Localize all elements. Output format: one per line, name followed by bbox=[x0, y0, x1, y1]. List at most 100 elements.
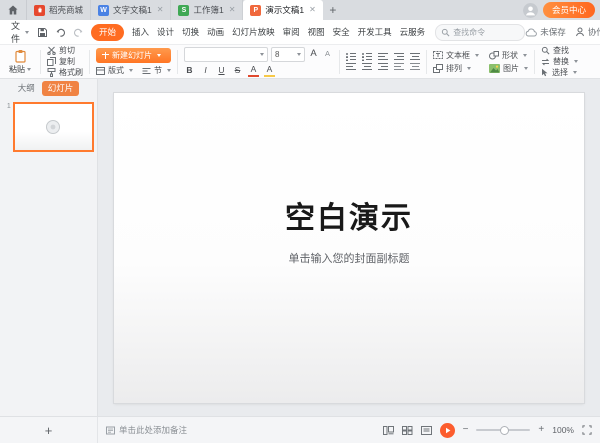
ribbon-home: 粘贴 剪切 复制 格式刷 bbox=[0, 45, 600, 79]
copy-button[interactable]: 复制 bbox=[47, 57, 83, 67]
picture-button[interactable]: 图片 bbox=[489, 63, 528, 73]
numbered-list-icon[interactable] bbox=[362, 53, 372, 61]
chevron-down-icon bbox=[475, 54, 479, 57]
decrease-indent-icon[interactable] bbox=[378, 53, 388, 61]
chevron-down-icon bbox=[467, 67, 471, 70]
slide-sorter-view-icon[interactable] bbox=[402, 426, 413, 435]
member-center-button[interactable]: 会员中心 bbox=[543, 2, 595, 18]
tab-presentation-active[interactable]: P 演示文稿1 ✕ bbox=[243, 0, 322, 20]
new-slide-button[interactable]: 新建幻灯片 bbox=[96, 48, 171, 63]
notes-placeholder-bar[interactable]: 单击此处添加备注 bbox=[106, 424, 187, 436]
zoom-out-button[interactable]: − bbox=[463, 425, 469, 435]
line-spacing-icon[interactable] bbox=[410, 53, 420, 61]
save-status[interactable]: 未保存 bbox=[525, 26, 566, 38]
text-columns-icon[interactable] bbox=[410, 63, 420, 71]
underline-button[interactable]: U bbox=[216, 65, 227, 76]
strikethrough-button[interactable]: S bbox=[232, 65, 243, 76]
format-painter-button[interactable]: 格式刷 bbox=[47, 68, 83, 78]
window-tab-bar: 稻壳商城 W 文字文稿1 ✕ S 工作簿1 ✕ P 演示文稿1 ✕ + 会员中心 bbox=[0, 0, 600, 20]
tab-cloud[interactable]: 云服务 bbox=[400, 26, 426, 38]
zoom-level[interactable]: 100% bbox=[552, 425, 574, 435]
zoom-slider-knob[interactable] bbox=[500, 426, 509, 435]
slide-panel: 大纲 幻灯片 1 bbox=[0, 79, 98, 416]
home-button[interactable] bbox=[0, 0, 27, 20]
tab-security[interactable]: 安全 bbox=[333, 26, 350, 38]
tab-insert[interactable]: 插入 bbox=[132, 26, 149, 38]
tab-spreadsheet[interactable]: S 工作簿1 ✕ bbox=[171, 0, 243, 20]
replace-icon bbox=[541, 58, 550, 66]
tab-label: 演示文稿1 bbox=[265, 4, 304, 16]
shapes-button[interactable]: 形状 bbox=[489, 50, 528, 60]
tab-label: 稻壳商城 bbox=[49, 4, 83, 16]
increase-font-button[interactable]: A bbox=[308, 49, 319, 60]
writer-doc-icon: W bbox=[98, 5, 109, 16]
user-avatar[interactable] bbox=[523, 3, 538, 18]
cut-button[interactable]: 剪切 bbox=[47, 46, 83, 56]
tab-view[interactable]: 视图 bbox=[308, 26, 325, 38]
highlight-color-button[interactable]: A bbox=[264, 64, 275, 77]
play-slideshow-button[interactable] bbox=[440, 423, 455, 438]
tab-transitions[interactable]: 切换 bbox=[182, 26, 199, 38]
slide-thumbnail-selected[interactable] bbox=[13, 102, 94, 152]
slide-title[interactable]: 空白演示 bbox=[285, 193, 413, 237]
font-color-button[interactable]: A bbox=[248, 64, 259, 77]
align-center-icon[interactable] bbox=[362, 63, 372, 71]
layout-label: 版式 bbox=[108, 65, 124, 76]
bullet-list-icon[interactable] bbox=[346, 53, 356, 61]
align-right-icon[interactable] bbox=[378, 63, 388, 71]
ribbon-separator bbox=[89, 50, 90, 74]
italic-button[interactable]: I bbox=[200, 65, 211, 76]
find-button[interactable]: 查找 bbox=[541, 46, 578, 56]
font-family-select[interactable] bbox=[184, 47, 268, 62]
slide-subtitle[interactable]: 单击输入您的封面副标题 bbox=[289, 250, 410, 266]
textbox-button[interactable]: 文本框 bbox=[433, 50, 479, 60]
outline-tab[interactable]: 大纲 bbox=[18, 82, 35, 94]
fit-to-window-icon[interactable] bbox=[582, 425, 592, 435]
copy-icon bbox=[47, 57, 56, 66]
layout-button[interactable]: 版式 bbox=[96, 66, 133, 76]
paste-button[interactable]: 粘贴 bbox=[6, 49, 34, 75]
tab-review[interactable]: 审阅 bbox=[283, 26, 300, 38]
tab-docer-store[interactable]: 稻壳商城 bbox=[27, 0, 91, 20]
notes-placeholder-text: 单击此处添加备注 bbox=[119, 424, 187, 436]
shapes-label: 形状 bbox=[502, 50, 518, 61]
close-icon[interactable]: ✕ bbox=[229, 6, 236, 14]
align-justify-icon[interactable] bbox=[394, 63, 404, 71]
panel-tabs: 大纲 幻灯片 bbox=[0, 79, 97, 97]
tab-home[interactable]: 开始 bbox=[91, 24, 124, 41]
arrange-button[interactable]: 排列 bbox=[433, 63, 479, 73]
slides-tab[interactable]: 幻灯片 bbox=[42, 81, 80, 96]
normal-view-icon[interactable] bbox=[383, 426, 394, 435]
save-icon[interactable] bbox=[37, 27, 48, 38]
command-search-input[interactable]: 查找命令 bbox=[435, 24, 525, 41]
tab-label: 文字文稿1 bbox=[113, 4, 152, 16]
tab-writer-document[interactable]: W 文字文稿1 ✕ bbox=[91, 0, 171, 20]
picture-icon bbox=[489, 64, 500, 73]
tab-animation[interactable]: 动画 bbox=[207, 26, 224, 38]
tab-devtools[interactable]: 开发工具 bbox=[358, 26, 392, 38]
bold-button[interactable]: B bbox=[184, 65, 195, 76]
replace-button[interactable]: 替换 bbox=[541, 57, 578, 67]
collaborate-button[interactable]: 协作 bbox=[575, 26, 600, 38]
thumbnail-placeholder-icon bbox=[45, 119, 61, 135]
section-button[interactable]: 节 bbox=[142, 66, 171, 76]
tab-slideshow[interactable]: 幻灯片放映 bbox=[232, 26, 275, 38]
zoom-slider[interactable] bbox=[476, 429, 530, 431]
new-tab-button[interactable]: + bbox=[323, 0, 343, 20]
redo-icon[interactable] bbox=[73, 27, 84, 38]
select-button[interactable]: 选择 bbox=[541, 68, 578, 78]
decrease-font-button[interactable]: A bbox=[322, 49, 333, 60]
close-icon[interactable]: ✕ bbox=[157, 6, 164, 14]
align-left-icon[interactable] bbox=[346, 63, 356, 71]
section-label: 节 bbox=[154, 65, 162, 76]
add-slide-button[interactable]: + bbox=[0, 417, 98, 443]
zoom-in-button[interactable]: + bbox=[538, 425, 544, 435]
tab-design[interactable]: 设计 bbox=[157, 26, 174, 38]
slide-canvas[interactable]: 空白演示 单击输入您的封面副标题 bbox=[114, 93, 584, 403]
increase-indent-icon[interactable] bbox=[394, 53, 404, 61]
file-menu-button[interactable]: 文件 bbox=[6, 19, 34, 45]
close-icon[interactable]: ✕ bbox=[309, 6, 316, 14]
reading-view-icon[interactable] bbox=[421, 426, 432, 435]
undo-icon[interactable] bbox=[55, 27, 66, 38]
font-size-select[interactable]: 8 bbox=[271, 47, 305, 62]
